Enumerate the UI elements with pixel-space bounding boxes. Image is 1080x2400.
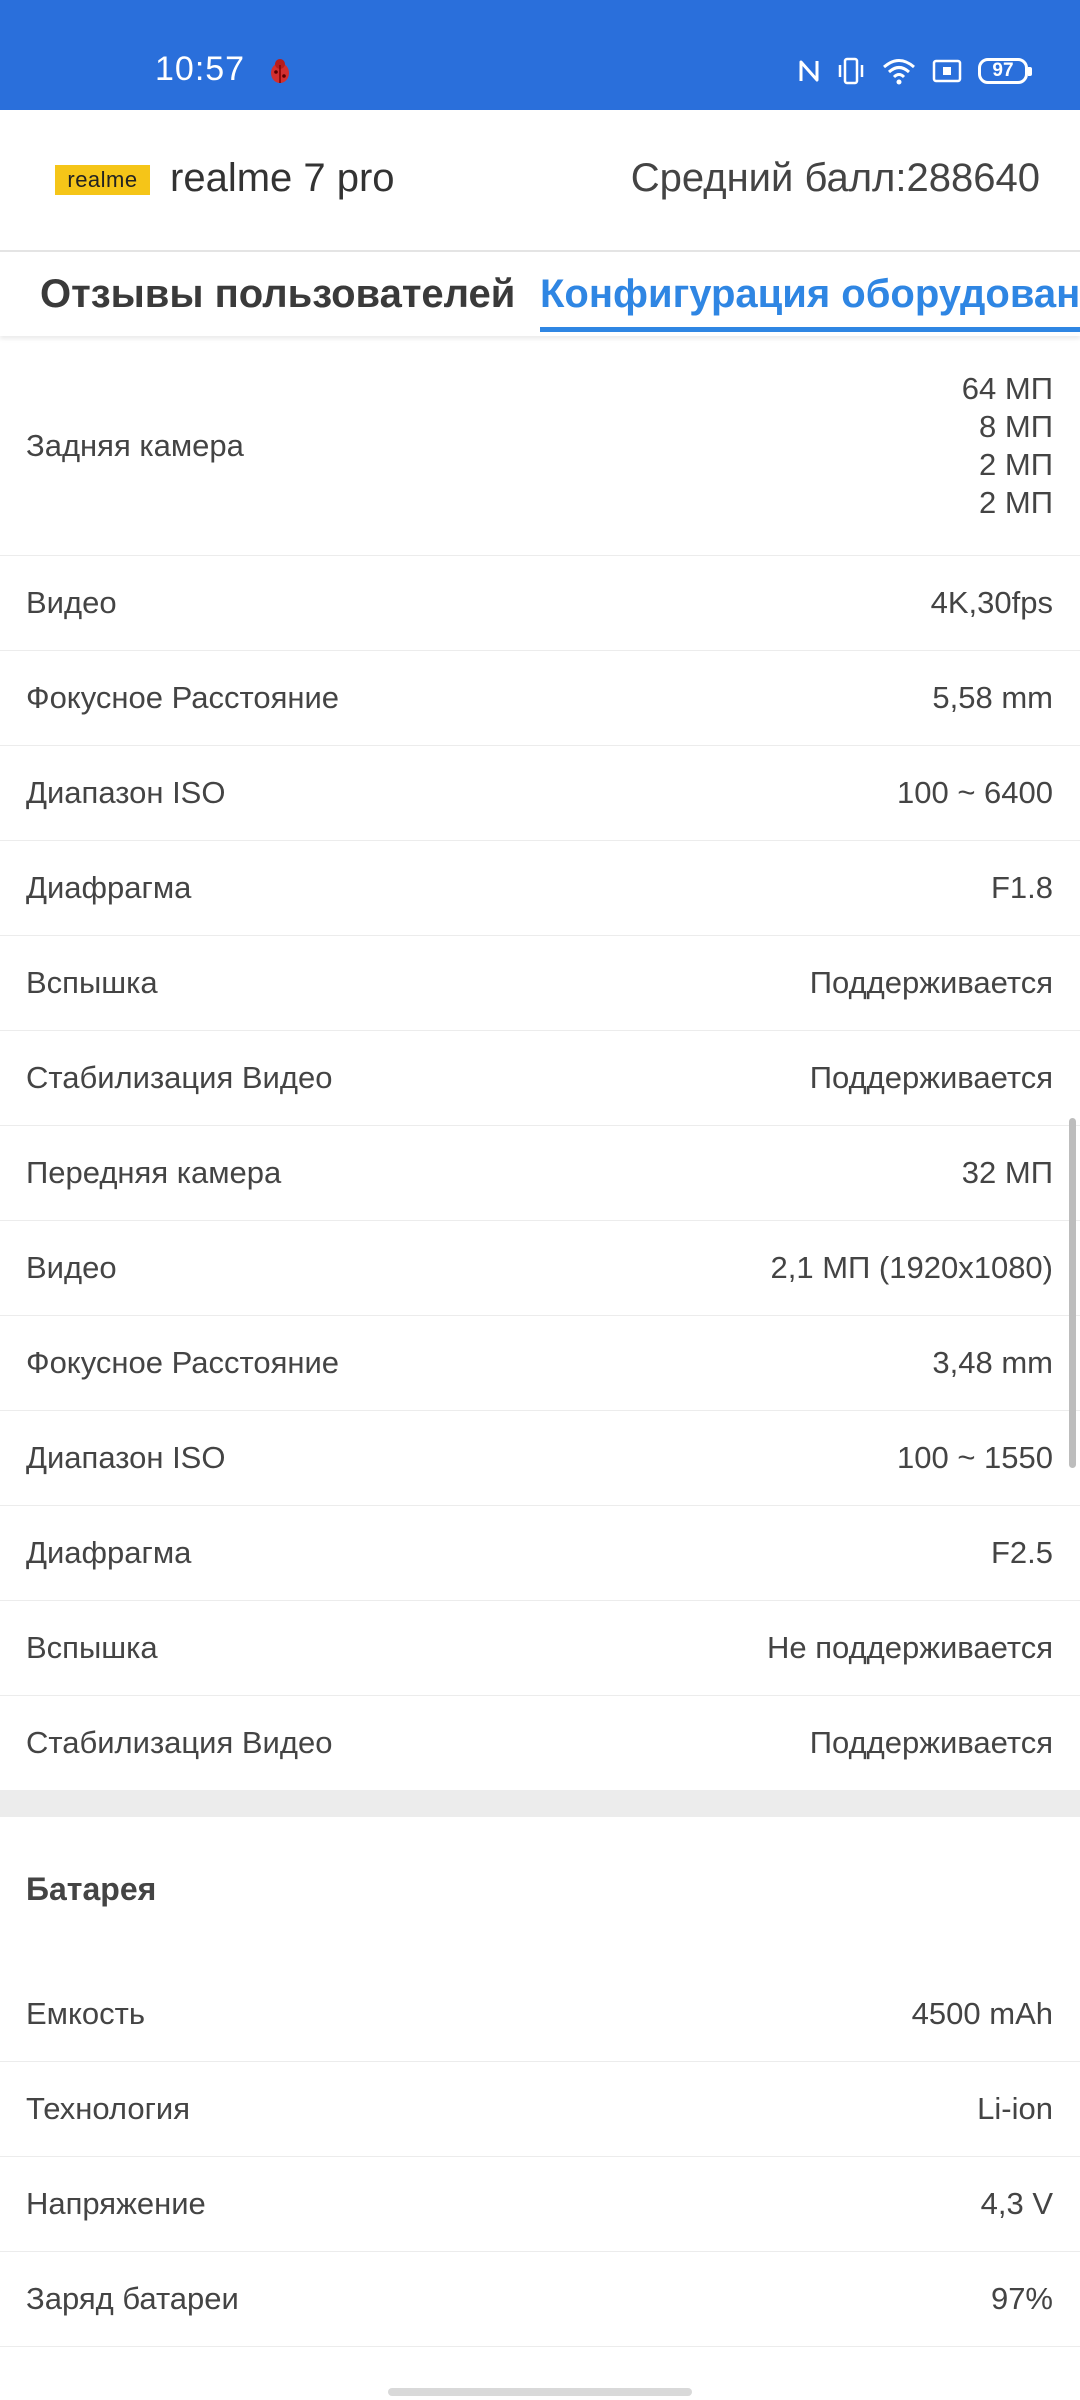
wifi-icon	[882, 57, 916, 85]
spec-value: 4500 mAh	[911, 1996, 1053, 2031]
spec-list[interactable]: Задняя камера 64 МП 8 МП 2 МП 2 МП Видео…	[0, 336, 1080, 2400]
spec-label: Передняя камера	[26, 1155, 282, 1190]
average-score: Средний балл:288640	[630, 156, 1040, 200]
spec-label: Диафрагма	[26, 870, 192, 905]
spec-row: Технология Li-ion	[0, 2062, 1080, 2157]
spec-value: Li-ion	[977, 2091, 1053, 2126]
spec-value: 3,48 mm	[932, 1345, 1053, 1380]
spec-row: Диапазон ISO 100 ~ 6400	[0, 746, 1080, 841]
spec-value: F2.5	[990, 1535, 1053, 1570]
spec-row: Стабилизация Видео Поддерживается	[0, 1031, 1080, 1126]
spec-row-rear-camera: Задняя камера 64 МП 8 МП 2 МП 2 МП	[0, 336, 1080, 556]
rear-camera-4: 2 МП	[979, 484, 1053, 520]
spec-value: 100 ~ 1550	[896, 1440, 1053, 1475]
scrollbar[interactable]	[1069, 1118, 1076, 1468]
spec-label: Фокусное Расстояние	[26, 680, 340, 715]
rear-camera-3: 2 МП	[979, 446, 1053, 482]
spec-label: Вспышка	[26, 965, 158, 1000]
section-divider	[0, 1791, 1080, 1817]
spec-label: Фокусное Расстояние	[26, 1345, 340, 1380]
tab-user-reviews[interactable]: Отзывы пользователей	[40, 272, 515, 317]
active-tab-indicator	[540, 327, 1080, 332]
spec-row: Видео 4K,30fps	[0, 556, 1080, 651]
spec-value: 4,3 V	[980, 2186, 1053, 2221]
spec-label: Диапазон ISO	[26, 775, 226, 810]
device-name: realme 7 pro	[170, 156, 395, 200]
spec-row: Видео 2,1 МП (1920x1080)	[0, 1221, 1080, 1316]
section-title: Батарея	[26, 1871, 157, 1907]
spec-label: Вспышка	[26, 1630, 158, 1665]
spec-row: Стабилизация Видео Поддерживается	[0, 1696, 1080, 1791]
device-header: realme realme 7 pro Средний балл:288640	[0, 110, 1080, 252]
spec-value: 100 ~ 6400	[896, 775, 1053, 810]
spec-value: Не поддерживается	[766, 1630, 1053, 1665]
status-bar: 10:57 97	[0, 0, 1080, 110]
spec-row: Диафрагма F2.5	[0, 1506, 1080, 1601]
rear-camera-2: 8 МП	[979, 408, 1053, 444]
spec-row: Диапазон ISO 100 ~ 1550	[0, 1411, 1080, 1506]
tab-bar: Отзывы пользователей Конфигурация оборуд…	[0, 252, 1080, 336]
spec-row: Емкость 4500 mAh	[0, 1967, 1080, 2062]
nfc-icon	[798, 57, 820, 85]
brand-logo: realme	[55, 165, 150, 195]
spec-label: Напряжение	[26, 2186, 206, 2221]
spec-value: 2,1 МП (1920x1080)	[770, 1250, 1054, 1285]
battery-icon: 97	[978, 58, 1032, 84]
spec-label: Диапазон ISO	[26, 1440, 226, 1475]
spec-row: Диафрагма F1.8	[0, 841, 1080, 936]
spec-label: Емкость	[26, 1996, 145, 2031]
spec-row: Напряжение 4,3 V	[0, 2157, 1080, 2252]
spec-label: Видео	[26, 1250, 117, 1285]
section-header-battery: Батарея	[0, 1817, 1080, 1967]
spec-row: Фокусное Расстояние 5,58 mm	[0, 651, 1080, 746]
status-time: 10:57	[155, 50, 246, 88]
gesture-navigation-bar[interactable]	[388, 2388, 692, 2396]
spec-label: Заряд батареи	[26, 2281, 239, 2316]
spec-row: Вспышка Поддерживается	[0, 936, 1080, 1031]
spec-label: Технология	[26, 2091, 191, 2126]
vibrate-icon	[836, 57, 866, 85]
spec-label: Задняя камера	[26, 427, 244, 463]
spec-value: 32 МП	[961, 1155, 1053, 1190]
spec-value: 97%	[990, 2281, 1053, 2316]
rear-camera-main: 64 МП	[961, 370, 1053, 406]
cast-icon	[932, 58, 962, 84]
spec-value: F1.8	[990, 870, 1053, 905]
spec-row: Заряд батареи 97%	[0, 2252, 1080, 2347]
spec-row: Передняя камера 32 МП	[0, 1126, 1080, 1221]
spec-row: Фокусное Расстояние 3,48 mm	[0, 1316, 1080, 1411]
spec-label: Диафрагма	[26, 1535, 192, 1570]
spec-value: 4K,30fps	[930, 585, 1053, 620]
spec-label: Видео	[26, 585, 117, 620]
spec-value: Поддерживается	[809, 1060, 1053, 1095]
spec-row: Вспышка Не поддерживается	[0, 1601, 1080, 1696]
spec-value: Поддерживается	[809, 1725, 1053, 1760]
spec-label: Стабилизация Видео	[26, 1060, 333, 1095]
spec-value: 64 МП 8 МП 2 МП 2 МП	[962, 370, 1053, 522]
spec-value: 5,58 mm	[932, 680, 1053, 715]
tab-hardware-config[interactable]: Конфигурация оборудовани	[540, 272, 1080, 317]
spec-label: Стабилизация Видео	[26, 1725, 333, 1760]
spec-value: Поддерживается	[809, 965, 1053, 1000]
bug-icon	[266, 57, 294, 85]
